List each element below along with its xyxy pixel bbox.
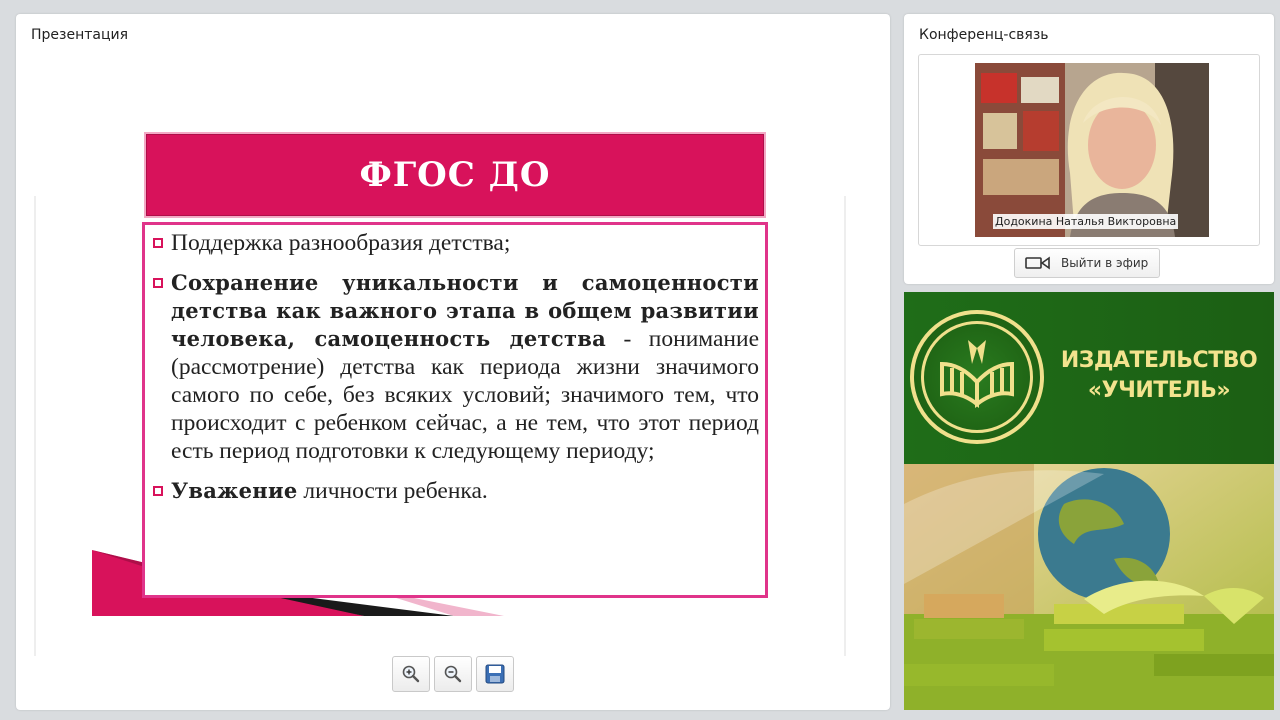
- participant-name: Додокина Наталья Викторовна: [993, 214, 1179, 229]
- bullet-square-icon: [153, 238, 163, 248]
- publisher-banner: ИЗДАТЕЛЬСТВО «УЧИТЕЛЬ»: [904, 292, 1274, 710]
- zoom-out-icon: [444, 665, 462, 683]
- publisher-logo-inner: [921, 321, 1033, 433]
- publisher-logo: [910, 310, 1044, 444]
- zoom-in-icon: [402, 665, 420, 683]
- participant-video[interactable]: Додокина Наталья Викторовна: [975, 63, 1209, 237]
- bullet-1: Поддержка разнообразия детства;: [153, 229, 759, 257]
- slide-heading: ФГОС ДО: [359, 155, 551, 195]
- bullet-2: Сохранение уникальности и самоценности д…: [153, 269, 759, 465]
- bullet-square-icon: [153, 278, 163, 288]
- publisher-banner-photo: [904, 464, 1274, 710]
- slide-heading-banner: ФГОС ДО: [144, 132, 766, 218]
- floppy-disk-icon: [485, 664, 505, 684]
- video-camera-icon: [1025, 256, 1050, 270]
- slide-toolbar: [392, 656, 514, 692]
- publisher-name-line1: ИЗДАТЕЛЬСТВО: [1060, 348, 1258, 373]
- bullet-3-bold: Уважение: [171, 478, 298, 503]
- bullet-1-text: Поддержка разнообразия детства;: [171, 230, 511, 256]
- bullet-3-text: личности ребенка.: [297, 478, 488, 504]
- participant-video-image: [975, 63, 1209, 237]
- conference-title: Конференц-связь: [919, 27, 1049, 43]
- zoom-in-button[interactable]: [392, 656, 430, 692]
- conference-panel: Конференц-связь Додокина Наталья Викторо…: [904, 14, 1274, 284]
- zoom-out-button[interactable]: [434, 656, 472, 692]
- bullet-square-icon: [153, 486, 163, 496]
- go-live-label: Выйти в эфир: [1061, 256, 1149, 270]
- publisher-name-line2: «УЧИТЕЛЬ»: [1087, 378, 1231, 403]
- open-book-logo-icon: [940, 340, 1014, 409]
- slide-body: Поддержка разнообразия детства; Сохранен…: [142, 222, 768, 598]
- video-frame: Додокина Наталья Викторовна: [918, 54, 1260, 246]
- save-button[interactable]: [476, 656, 514, 692]
- go-live-button[interactable]: Выйти в эфир: [1014, 248, 1160, 278]
- publisher-banner-top: ИЗДАТЕЛЬСТВО «УЧИТЕЛЬ»: [904, 292, 1274, 464]
- bullet-3: Уважение личности ребенка.: [153, 477, 759, 505]
- books-globe-image: [904, 464, 1274, 710]
- slide-canvas: ФГОС ДО Поддержка разнообразия детства; …: [34, 118, 846, 656]
- presentation-panel: Презентация ФГОС ДО Поддержка разнообраз…: [16, 14, 890, 710]
- publisher-name: ИЗДАТЕЛЬСТВО «УЧИТЕЛЬ»: [1054, 346, 1264, 406]
- presentation-title: Презентация: [31, 27, 129, 43]
